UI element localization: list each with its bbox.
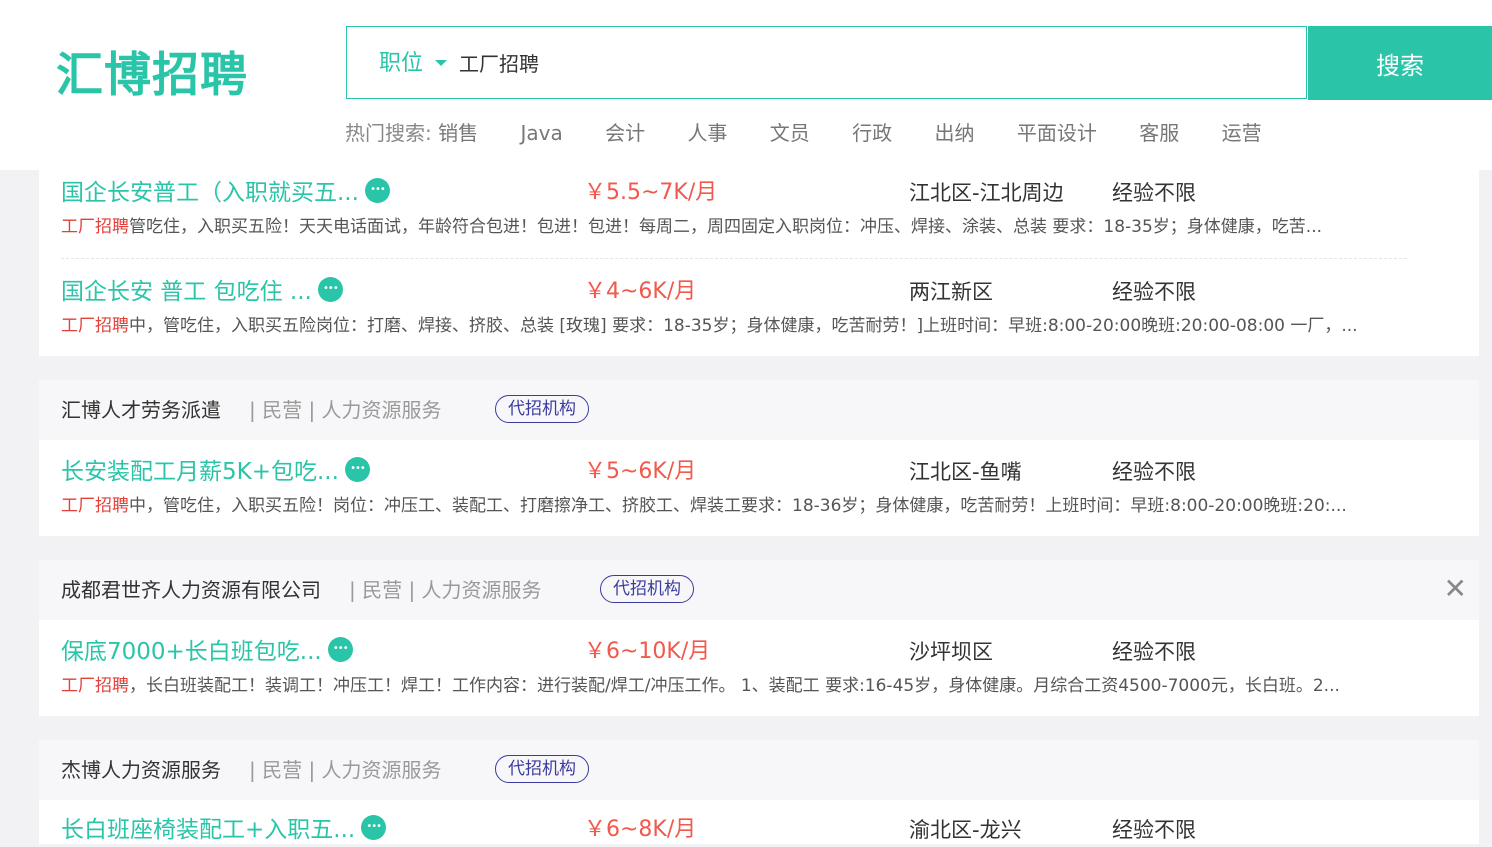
chat-icon[interactable] xyxy=(317,277,343,302)
job-salary: ￥6~10K/月 xyxy=(584,639,711,664)
company-card: 杰博人力资源服务 | 民营 | 人力资源服务 代招机构 长白班座椅装配工+入职五.… xyxy=(39,740,1479,844)
chat-icon[interactable] xyxy=(344,457,370,482)
close-icon[interactable]: ✕ xyxy=(1444,573,1467,605)
agency-badge: 代招机构 xyxy=(495,755,589,783)
job-title[interactable]: 国企长安普工（入职就买五... xyxy=(61,176,390,210)
job-location: 渝北区-龙兴 xyxy=(909,818,1022,842)
chevron-down-icon xyxy=(435,59,448,66)
company-card: 成都君世齐人力资源有限公司 | 民营 | 人力资源服务 代招机构 ✕ 保底7000… xyxy=(39,560,1479,716)
company-meta: | 民营 | 人力资源服务 xyxy=(249,758,442,782)
job-experience: 经验不限 xyxy=(1112,460,1196,484)
company-card: 汇博人才劳务派遣 | 民营 | 人力资源服务 代招机构 长安装配工月薪5K+包吃.… xyxy=(39,380,1479,536)
company-header: 汇博人才劳务派遣 | 民营 | 人力资源服务 代招机构 xyxy=(39,380,1479,440)
hot-tag[interactable]: 客服 xyxy=(1139,121,1179,145)
job-item[interactable]: 保底7000+长白班包吃... ￥6~10K/月 沙坪坝区 经验不限 工厂招聘，… xyxy=(39,620,1479,716)
job-item[interactable]: 国企长安 普工 包吃住 ... ￥4~6K/月 两江新区 经验不限 工厂招聘中，… xyxy=(39,259,1479,356)
search-input[interactable] xyxy=(459,27,1259,98)
company-name[interactable]: 汇博人才劳务派遣 | 民营 | 人力资源服务 xyxy=(61,380,442,440)
job-experience: 经验不限 xyxy=(1112,181,1196,205)
hot-tag[interactable]: Java xyxy=(520,121,562,145)
job-location: 两江新区 xyxy=(909,280,993,304)
job-description: 工厂招聘中，管吃住，入职买五险岗位：打磨、焊接、挤胶、总装 [玫瑰] 要求：18… xyxy=(61,316,1358,336)
chat-icon[interactable] xyxy=(361,815,387,840)
job-title[interactable]: 保底7000+长白班包吃... xyxy=(61,635,353,669)
job-location: 沙坪坝区 xyxy=(909,640,993,664)
hot-tag[interactable]: 人事 xyxy=(687,121,727,145)
job-experience: 经验不限 xyxy=(1112,818,1196,842)
agency-badge: 代招机构 xyxy=(495,395,589,423)
company-header: 杰博人力资源服务 | 民营 | 人力资源服务 代招机构 xyxy=(39,740,1479,800)
job-title[interactable]: 长白班座椅装配工+入职五... xyxy=(61,813,387,847)
keyword-highlight: 工厂招聘 xyxy=(61,316,129,336)
job-description: 工厂招聘，长白班装配工！装调工！冲压工！焊工！工作内容：进行装配/焊工/冲压工作… xyxy=(61,676,1340,696)
job-item[interactable]: 长白班座椅装配工+入职五... ￥6~8K/月 渝北区-龙兴 经验不限 xyxy=(39,800,1479,844)
job-salary: ￥5~6K/月 xyxy=(584,459,697,484)
hot-tag[interactable]: 平面设计 xyxy=(1017,121,1097,145)
hot-tag[interactable]: 销售 xyxy=(438,121,478,145)
job-salary: ￥4~6K/月 xyxy=(584,279,697,304)
company-card: 国企长安普工（入职就买五... ￥5.5~7K/月 江北区-江北周边 经验不限 … xyxy=(39,160,1479,356)
job-title[interactable]: 国企长安 普工 包吃住 ... xyxy=(61,275,343,309)
hot-tag[interactable]: 会计 xyxy=(605,121,645,145)
job-item[interactable]: 国企长安普工（入职就买五... ￥5.5~7K/月 江北区-江北周边 经验不限 … xyxy=(39,160,1479,259)
company-meta: | 民营 | 人力资源服务 xyxy=(349,578,542,602)
job-experience: 经验不限 xyxy=(1112,640,1196,664)
company-meta: | 民营 | 人力资源服务 xyxy=(249,398,442,422)
search-category-dropdown[interactable]: 职位 xyxy=(379,27,448,100)
search-button[interactable]: 搜索 xyxy=(1308,26,1492,100)
chat-icon[interactable] xyxy=(364,178,390,203)
keyword-highlight: 工厂招聘 xyxy=(61,676,129,696)
job-experience: 经验不限 xyxy=(1112,280,1196,304)
hot-tag[interactable]: 出纳 xyxy=(935,121,975,145)
job-location: 江北区-江北周边 xyxy=(909,181,1064,205)
job-location: 江北区-鱼嘴 xyxy=(909,460,1022,484)
hot-searches-label: 热门搜索: xyxy=(345,121,432,145)
agency-badge: 代招机构 xyxy=(600,575,694,603)
job-description: 工厂招聘中，管吃住，入职买五险！岗位：冲压工、装配工、打磨擦净工、挤胶工、焊装工… xyxy=(61,496,1347,516)
hot-tag[interactable]: 文员 xyxy=(770,121,810,145)
job-description: 工厂招聘管吃住，入职买五险！天天电话面试，年龄符合包进！包进！包进！每周二，周四… xyxy=(61,217,1323,237)
hot-tag[interactable]: 行政 xyxy=(852,121,892,145)
company-name[interactable]: 杰博人力资源服务 | 民营 | 人力资源服务 xyxy=(61,740,442,800)
job-item[interactable]: 长安装配工月薪5K+包吃... ￥5~6K/月 江北区-鱼嘴 经验不限 工厂招聘… xyxy=(39,440,1479,536)
chat-icon[interactable] xyxy=(327,637,353,662)
keyword-highlight: 工厂招聘 xyxy=(61,217,129,237)
job-title[interactable]: 长安装配工月薪5K+包吃... xyxy=(61,455,370,489)
company-name[interactable]: 成都君世齐人力资源有限公司 | 民营 | 人力资源服务 xyxy=(61,560,542,620)
site-logo[interactable]: 汇博招聘 xyxy=(56,44,248,108)
search-category-label: 职位 xyxy=(379,51,424,76)
hot-tag[interactable]: 运营 xyxy=(1222,121,1262,145)
job-salary: ￥6~8K/月 xyxy=(584,817,697,842)
keyword-highlight: 工厂招聘 xyxy=(61,496,129,516)
hot-searches: 热门搜索: 销售 Java 会计 人事 文员 行政 出纳 平面设计 客服 运营 xyxy=(345,117,1298,146)
site-header: 汇博招聘 职位 搜索 热门搜索: 销售 Java 会计 人事 文员 行政 出纳 … xyxy=(0,0,1492,170)
company-header: 成都君世齐人力资源有限公司 | 民营 | 人力资源服务 代招机构 ✕ xyxy=(39,560,1479,620)
search-bar: 职位 xyxy=(346,26,1307,99)
job-salary: ￥5.5~7K/月 xyxy=(584,180,718,205)
